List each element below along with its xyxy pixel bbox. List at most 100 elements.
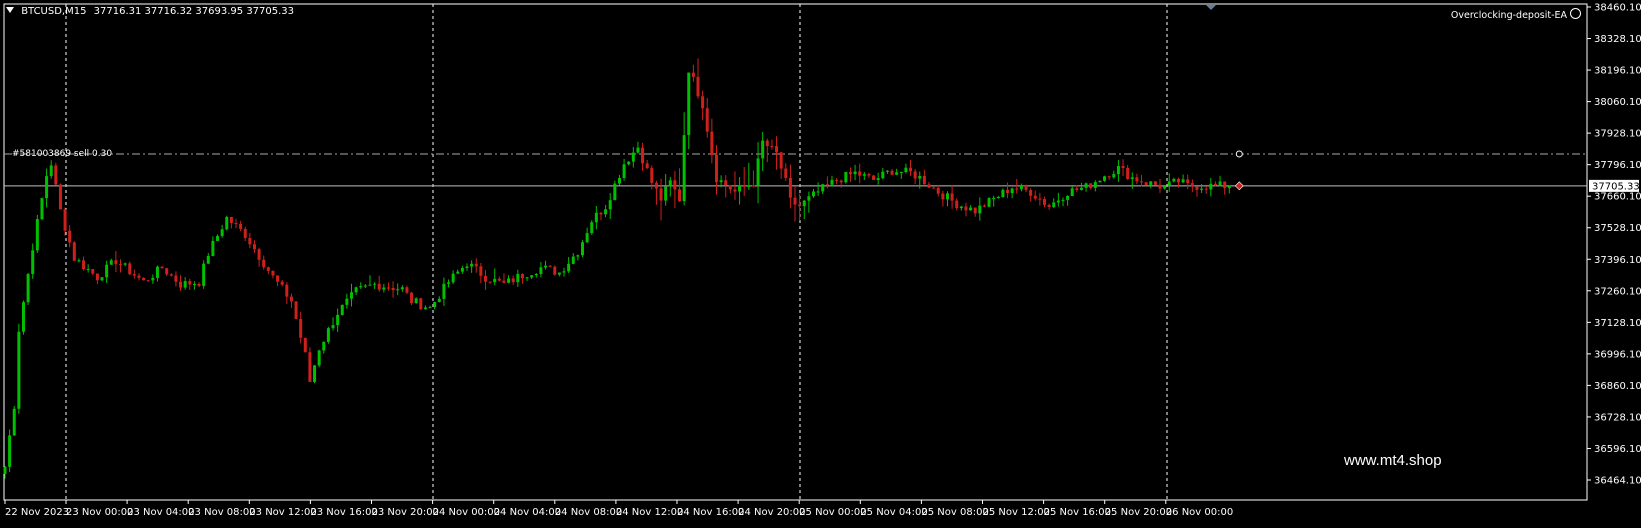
x-tick-label: 23 Nov 04:00 — [127, 507, 194, 518]
candle-body — [350, 292, 353, 299]
candle-body — [419, 298, 423, 310]
dropdown-triangle-icon[interactable] — [6, 7, 14, 13]
candle-body — [465, 266, 469, 268]
candle-body — [1121, 166, 1125, 168]
price-marker-icon[interactable] — [1234, 181, 1244, 191]
candle-body — [1126, 167, 1130, 179]
candle-body — [581, 242, 584, 256]
candle-body — [1218, 181, 1222, 186]
candle-body — [1213, 183, 1217, 186]
candle-body — [788, 177, 792, 198]
candle-body — [183, 281, 187, 288]
candle-body — [354, 287, 358, 293]
candle-body — [770, 146, 774, 148]
candle-body — [747, 185, 751, 187]
x-tick-label: 26 Nov 00:00 — [1166, 507, 1233, 518]
candle-body — [664, 186, 668, 201]
candle-body — [40, 198, 44, 220]
candle-body — [544, 265, 548, 268]
x-tick-label: 23 Nov 08:00 — [188, 507, 255, 518]
candle-body — [483, 275, 487, 282]
candle-body — [927, 184, 931, 188]
candle-body — [1195, 186, 1199, 190]
candle-body — [276, 275, 280, 282]
candle-body — [617, 178, 621, 184]
candle-body — [400, 287, 404, 290]
candle-body — [668, 180, 672, 187]
candle-body — [1052, 202, 1056, 208]
candle-body — [12, 408, 16, 436]
order-marker-icon[interactable] — [1235, 150, 1243, 158]
x-tick-label: 24 Nov 04:00 — [494, 507, 561, 518]
candle-body — [114, 260, 118, 265]
x-tick-label: 25 Nov 16:00 — [1044, 507, 1111, 518]
candle-body — [414, 298, 418, 304]
chart-shift-marker[interactable] — [1206, 5, 1216, 10]
candle-body — [1015, 188, 1019, 190]
candle-body — [206, 255, 210, 264]
candle-body — [636, 147, 640, 153]
candle-body — [904, 167, 908, 173]
candle-body — [474, 263, 478, 267]
candle-body — [982, 205, 986, 207]
candle-body — [165, 268, 169, 275]
candle-body — [502, 280, 506, 283]
candle-body — [433, 302, 437, 308]
candle-body — [123, 263, 127, 265]
candle-body — [627, 161, 631, 165]
candle-body — [1116, 166, 1120, 175]
candle-body — [35, 219, 39, 251]
candle-body — [594, 212, 598, 223]
candle-body — [525, 277, 529, 279]
candle-body — [1010, 188, 1014, 194]
candle-body — [1047, 204, 1051, 208]
candle-body — [1223, 181, 1227, 189]
chart-window[interactable]: 38460.10 38328.10 38196.10 38060.10 37928.10… — [0, 0, 1641, 528]
candle-body — [248, 237, 252, 245]
candle-body — [844, 171, 848, 183]
candle-body — [1172, 178, 1176, 182]
candle-body — [802, 200, 806, 207]
candle-body — [1038, 198, 1042, 200]
candle-body — [520, 274, 524, 278]
candle-body — [590, 222, 594, 234]
candle-body — [557, 272, 561, 275]
candle-body — [188, 281, 192, 285]
candle-body — [77, 260, 81, 262]
x-tick-label: 23 Nov 00:00 — [66, 507, 133, 518]
candle-body — [336, 314, 340, 326]
candle-body — [701, 96, 705, 109]
candle-body — [391, 288, 395, 291]
candle-body — [872, 175, 876, 180]
candle-body — [1130, 177, 1134, 179]
candle-body — [784, 168, 788, 178]
candle-body — [1070, 188, 1074, 197]
candle-body — [280, 281, 284, 285]
candle-body — [516, 274, 520, 283]
candle-body — [631, 152, 635, 162]
candle-body — [1204, 188, 1208, 190]
candle-body — [867, 174, 871, 176]
y-tick-label: 38460.10 — [1594, 3, 1641, 14]
candle-body — [225, 216, 229, 230]
candle-body — [174, 275, 178, 282]
candle-body — [812, 191, 815, 197]
candle-body — [410, 292, 414, 304]
candle-body — [17, 331, 21, 409]
candle-body — [211, 240, 215, 256]
candle-body — [497, 278, 501, 281]
y-tick-label: 37528.10 — [1594, 223, 1641, 234]
price-chart[interactable]: 38460.10 38328.10 38196.10 38060.10 37928.10… — [0, 0, 1641, 528]
candle-body — [613, 183, 617, 201]
candle-body — [742, 185, 746, 187]
candle-body — [1107, 176, 1111, 178]
candle-body — [169, 274, 173, 276]
candle-body — [202, 263, 206, 286]
candle-body — [488, 281, 492, 283]
candle-body — [460, 267, 464, 272]
candle-body — [955, 200, 959, 209]
candle-body — [340, 304, 344, 315]
candle-body — [585, 233, 589, 243]
expert-advisor-label[interactable]: Overclocking-deposit-EA — [1451, 8, 1581, 21]
candle-body — [825, 184, 829, 186]
